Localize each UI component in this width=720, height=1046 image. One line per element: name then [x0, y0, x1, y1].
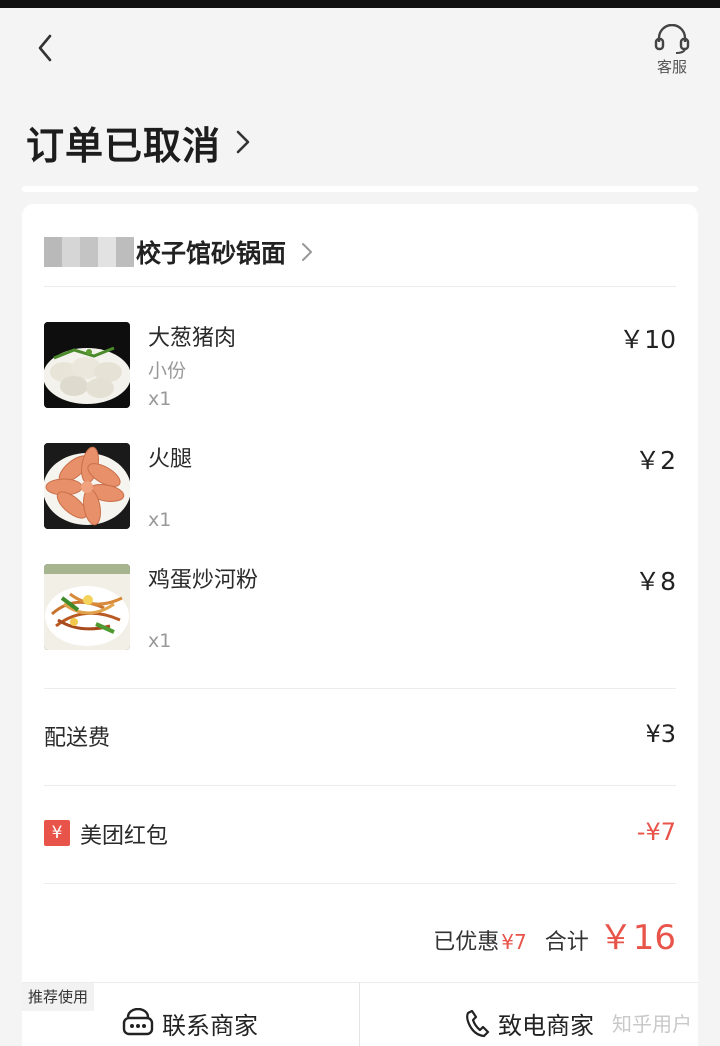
chat-bubble-icon	[122, 1008, 154, 1036]
divider-strip	[22, 186, 698, 192]
order-item: 火腿 x1 ￥2	[44, 443, 676, 535]
fried-noodles-image	[44, 564, 130, 650]
call-merchant-button[interactable]: 致电商家	[464, 1003, 594, 1043]
divider	[44, 688, 676, 689]
red-packet-label: 美团红包	[80, 824, 169, 849]
divider	[44, 785, 676, 786]
delivery-fee-value: ¥3	[645, 720, 676, 748]
ham-image	[44, 443, 130, 529]
bottom-action-bar: 推荐使用 联系商家 致电商家	[22, 982, 698, 1046]
divider	[44, 286, 676, 287]
watermark: 知乎用户	[612, 1012, 692, 1036]
customer-service-button[interactable]: 客服	[648, 24, 696, 77]
discount-value: ¥7	[501, 930, 527, 954]
item-name: 火腿	[148, 447, 193, 472]
delivery-fee-row: 配送费 ¥3	[44, 720, 676, 760]
back-button[interactable]	[28, 30, 64, 66]
order-card: 校子馆砂锅面 大葱猪肉 小份 x1 ￥10 火腿 x1 ￥2 鸡蛋炒河粉 x1 …	[22, 204, 698, 1004]
shop-name-row[interactable]: 校子馆砂锅面	[44, 230, 314, 274]
contact-merchant-button[interactable]: 联系商家	[122, 1003, 258, 1043]
red-packet-value: -¥7	[636, 818, 676, 846]
dumplings-image	[44, 322, 130, 408]
order-status-row[interactable]: 订单已取消	[26, 112, 253, 172]
status-bar	[0, 0, 720, 8]
delivery-fee-label: 配送费	[44, 726, 111, 751]
chevron-right-icon	[302, 243, 313, 261]
item-price: ￥10	[619, 325, 676, 354]
order-item: 大葱猪肉 小份 x1 ￥10	[44, 322, 676, 414]
total-value: ￥16	[598, 918, 676, 958]
contact-merchant-label: 联系商家	[162, 1011, 258, 1040]
phone-icon	[466, 1009, 490, 1038]
item-name: 鸡蛋炒河粉	[148, 568, 259, 593]
recommend-badge: 推荐使用	[22, 983, 95, 1011]
chevron-left-icon	[38, 34, 52, 62]
shop-name-redacted	[44, 237, 134, 267]
item-name: 大葱猪肉	[148, 326, 237, 351]
item-quantity: x1	[148, 630, 172, 652]
item-price: ￥8	[635, 567, 676, 596]
red-packet-row: ¥ 美团红包 -¥7	[44, 818, 676, 858]
total-row: 已优惠 ¥7 合计 ￥16	[433, 910, 676, 959]
customer-service-label: 客服	[656, 58, 687, 76]
item-price: ￥2	[635, 446, 676, 475]
item-spec: 小份	[148, 360, 187, 382]
red-packet-icon: ¥	[44, 820, 70, 846]
divider	[359, 983, 360, 1046]
chevron-right-icon	[236, 130, 250, 154]
call-merchant-label: 致电商家	[498, 1011, 594, 1040]
page-title: 订单已取消	[26, 123, 222, 168]
item-quantity: x1	[148, 509, 172, 531]
item-quantity: x1	[148, 388, 172, 410]
discount-label: 已优惠	[433, 930, 500, 955]
order-item: 鸡蛋炒河粉 x1 ￥8	[44, 564, 676, 656]
divider	[44, 883, 676, 884]
total-label: 合计	[544, 930, 589, 955]
shop-name: 校子馆砂锅面	[136, 239, 287, 268]
headset-icon	[654, 24, 690, 54]
